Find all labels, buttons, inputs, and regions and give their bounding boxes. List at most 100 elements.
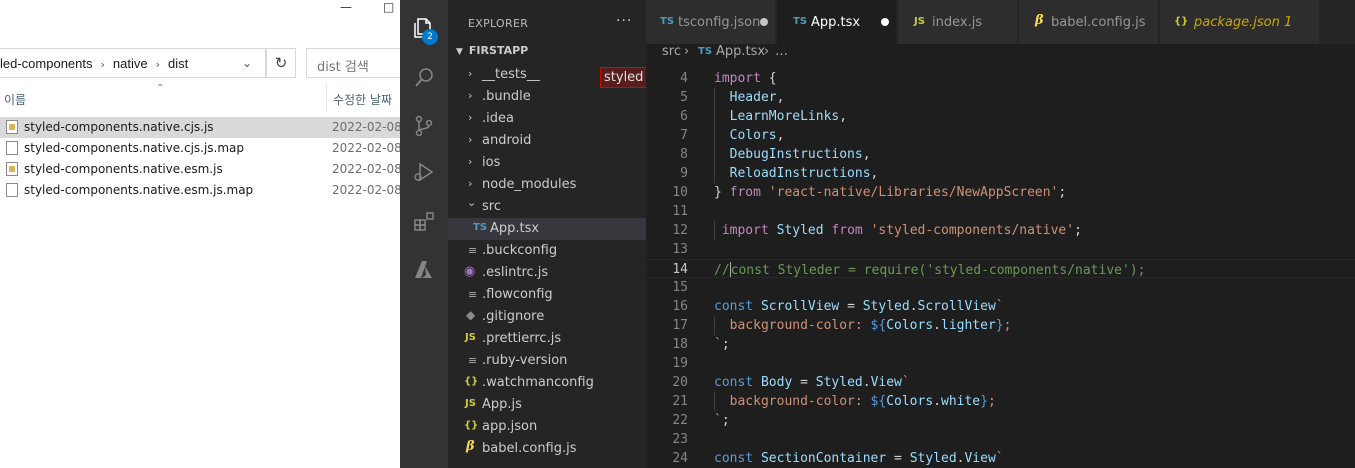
- tree-item-file[interactable]: ≡ .buckconfig: [448, 240, 646, 262]
- code-line[interactable]: 18 `;: [646, 335, 1355, 354]
- tree-item-file[interactable]: ≡ .flowconfig: [448, 284, 646, 306]
- code-token: lighter: [941, 318, 996, 333]
- chevron-right-icon: ›: [468, 177, 473, 190]
- tree-item-file[interactable]: ≡ .ruby-version: [448, 350, 646, 372]
- file-row[interactable]: styled-components.native.cjs.js 2022-02-…: [0, 117, 400, 138]
- file-row[interactable]: styled-components.native.esm.js.map 2022…: [0, 180, 400, 201]
- refresh-button[interactable]: ↻: [266, 48, 296, 78]
- code-token: ,: [776, 128, 785, 143]
- code-line[interactable]: 13: [646, 240, 1355, 259]
- tab-index-js[interactable]: JS index.js: [898, 0, 1018, 44]
- code-token: ;: [721, 337, 730, 352]
- explorer-titlebar: — □: [0, 0, 400, 44]
- code-line[interactable]: 24 const SectionContainer = Styled.View`: [646, 449, 1355, 468]
- code-text: DebugInstructions,: [714, 147, 871, 162]
- tree-item-folder-open[interactable]: ⌄ src: [448, 196, 646, 218]
- file-icon: [6, 183, 18, 197]
- chevron-down-icon[interactable]: ⌄: [242, 56, 252, 70]
- code-token: View: [964, 451, 996, 466]
- search-input[interactable]: dist 검색: [306, 48, 400, 78]
- address-crumb-dist[interactable]: dist: [168, 56, 188, 71]
- code-token: const: [714, 299, 754, 314]
- line-number: 4: [680, 71, 688, 86]
- address-bar[interactable]: led-components › native › dist ⌄: [0, 48, 266, 78]
- code-line[interactable]: 22 `;: [646, 411, 1355, 430]
- code-line[interactable]: 10} from 'react-native/Libraries/NewAppS…: [646, 183, 1355, 202]
- line-number: 17: [672, 318, 688, 333]
- tree-item-file[interactable]: {} .watchmanconfig: [448, 372, 646, 394]
- tree-item-folder[interactable]: › ios: [448, 152, 646, 174]
- source-control-icon[interactable]: [412, 114, 436, 138]
- current-code-line[interactable]: 14 //const Styleder = require('styled-com…: [646, 259, 1355, 278]
- azure-icon[interactable]: [412, 258, 436, 282]
- line-number: 8: [680, 147, 688, 162]
- code-token: `: [901, 375, 910, 390]
- code-line[interactable]: 21 background-color: ${Colors.white};: [646, 392, 1355, 411]
- tree-item-file[interactable]: ◉ .eslintrc.js: [448, 262, 646, 284]
- tree-item-folder[interactable]: › android: [448, 130, 646, 152]
- code-line[interactable]: 6 LearnMoreLinks,: [646, 107, 1355, 126]
- breadcrumb-file[interactable]: App.tsx: [716, 44, 765, 59]
- unsaved-dot-icon[interactable]: [881, 18, 889, 26]
- run-debug-icon[interactable]: [412, 160, 436, 184]
- code-token: import: [714, 71, 761, 86]
- code-token: }: [995, 318, 1004, 333]
- maximize-button[interactable]: □: [383, 0, 394, 14]
- code-line[interactable]: 11: [646, 202, 1355, 221]
- code-line[interactable]: 16 const ScrollView = Styled.ScrollView`: [646, 297, 1355, 316]
- code-editor[interactable]: 4 import {5 Header, 6 LearnMoreLinks, 7 Col…: [646, 64, 1355, 468]
- code-line[interactable]: 7 Colors,: [646, 126, 1355, 145]
- minimize-button[interactable]: —: [340, 0, 352, 14]
- code-token: Styled: [815, 375, 863, 390]
- code-line[interactable]: 23: [646, 430, 1355, 449]
- code-token: Styled: [909, 451, 957, 466]
- file-row[interactable]: styled-components.native.esm.js 2022-02-…: [0, 159, 400, 180]
- file-row[interactable]: styled-components.native.cjs.js.map 2022…: [0, 138, 400, 159]
- code-token: ,: [870, 166, 879, 181]
- code-line[interactable]: 17 background-color: ${Colors.lighter};: [646, 316, 1355, 335]
- code-token: ;: [721, 413, 730, 428]
- column-header-name[interactable]: 이름: [4, 91, 26, 108]
- search-icon[interactable]: [412, 66, 436, 90]
- code-token: .: [933, 318, 941, 333]
- code-line[interactable]: 12 import Styled from 'styled-components…: [646, 221, 1355, 240]
- tree-item-folder[interactable]: › node_modules: [448, 174, 646, 196]
- tab-babel-config-js[interactable]: β babel.config.js: [1019, 0, 1159, 44]
- tab-app-tsx[interactable]: TS App.tsx: [777, 0, 897, 44]
- tree-item-folder[interactable]: › .idea: [448, 108, 646, 130]
- code-line[interactable]: 20 const Body = Styled.View`: [646, 373, 1355, 392]
- code-token: background-color:: [714, 318, 871, 333]
- code-line[interactable]: 15: [646, 278, 1355, 297]
- tree-item-file[interactable]: JS App.js: [448, 394, 646, 416]
- breadcrumb-folder[interactable]: src: [662, 44, 681, 59]
- column-header-date[interactable]: 수정한 날짜: [326, 84, 392, 112]
- code-line[interactable]: 8 DebugInstructions,: [646, 145, 1355, 164]
- project-section-header[interactable]: ▼ FIRSTAPP: [456, 44, 528, 57]
- tree-item-file[interactable]: {} app.json: [448, 416, 646, 438]
- code-line[interactable]: 4 import {: [646, 69, 1355, 88]
- tree-item-file[interactable]: JS .prettierrc.js: [448, 328, 646, 350]
- tree-item-label: android: [482, 133, 532, 148]
- tab-tsconfig-json[interactable]: TS tsconfig.json: [646, 0, 776, 44]
- config-file-icon: ≡: [468, 244, 478, 257]
- line-number: 11: [672, 204, 688, 219]
- address-crumb-native[interactable]: native: [113, 56, 148, 71]
- code-line[interactable]: 5 Header,: [646, 88, 1355, 107]
- tree-item-folder[interactable]: › .bundle: [448, 86, 646, 108]
- tab-package-json[interactable]: {} package.json 1: [1160, 0, 1320, 44]
- breadcrumb-symbol[interactable]: …: [775, 44, 788, 59]
- tree-item-file[interactable]: β babel.config.js: [448, 438, 646, 460]
- address-crumb-parent[interactable]: led-components: [0, 56, 93, 71]
- code-line[interactable]: 19: [646, 354, 1355, 373]
- unsaved-dot-icon[interactable]: [760, 18, 768, 26]
- tree-item-file[interactable]: ◆ .gitignore: [448, 306, 646, 328]
- code-token: }: [714, 185, 730, 200]
- tree-item-file-active[interactable]: TS App.tsx: [448, 218, 646, 240]
- code-token: Body: [760, 375, 793, 390]
- code-token: from: [729, 185, 761, 200]
- code-line[interactable]: 9 ReloadInstructions,: [646, 164, 1355, 183]
- chevron-right-icon: ›: [468, 67, 473, 80]
- more-actions-icon[interactable]: ···: [616, 13, 632, 29]
- extensions-icon[interactable]: [412, 210, 436, 234]
